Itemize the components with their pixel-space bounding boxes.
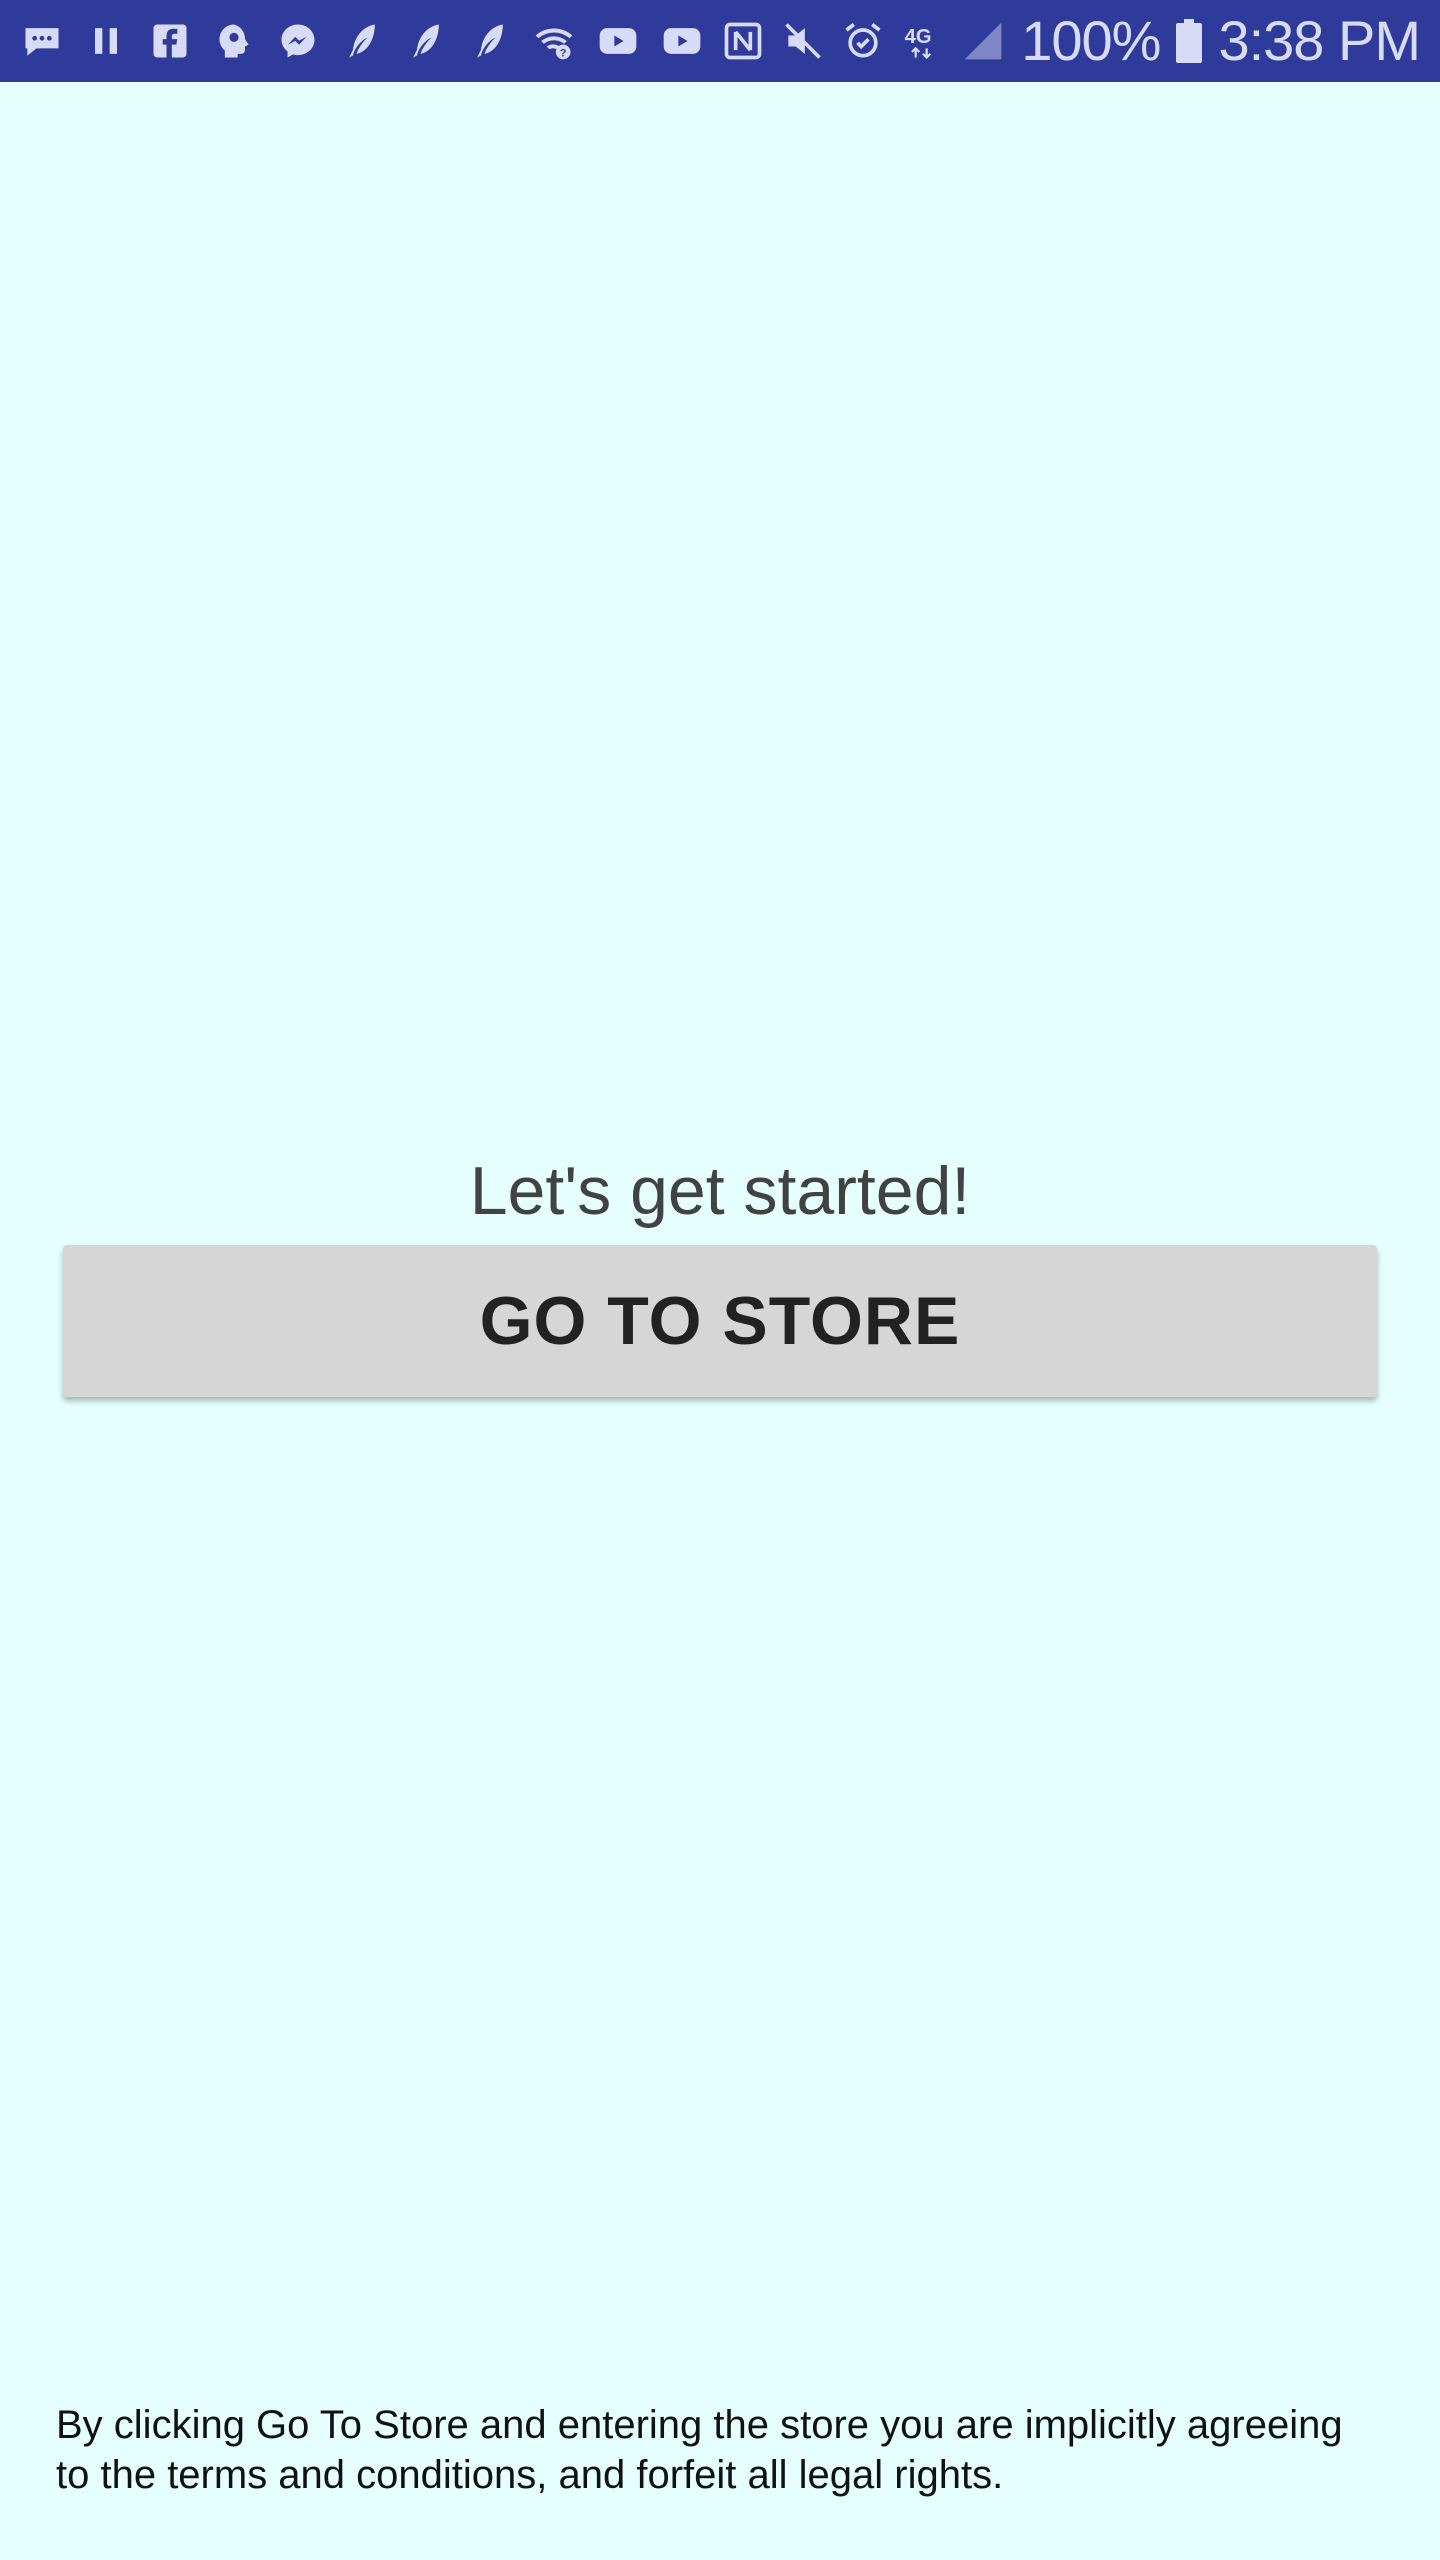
page-title: Let's get started! (469, 1153, 971, 1229)
clock: 3:38 PM (1218, 9, 1421, 72)
battery-percent: 100% (1021, 9, 1161, 72)
alarm-icon (841, 19, 885, 63)
status-bar: ? 4G 100% 3:38 PM (0, 0, 1440, 82)
messenger-icon (276, 19, 320, 63)
mind-icon (212, 19, 256, 63)
youtube-icon (596, 19, 640, 63)
go-to-store-button[interactable]: GO TO STORE (63, 1245, 1377, 1397)
lte-icon: 4G (901, 19, 945, 63)
chat-icon (20, 19, 64, 63)
feather-icon (468, 19, 512, 63)
nfc-icon (721, 19, 765, 63)
notification-icons: ? (20, 19, 704, 63)
svg-text:4G: 4G (905, 26, 932, 48)
terms-disclaimer: By clicking Go To Store and entering the… (56, 2403, 1343, 2497)
feather-icon (404, 19, 448, 63)
feather-icon (340, 19, 384, 63)
signal-icon (961, 19, 1005, 63)
wifi-question-icon: ? (532, 19, 576, 63)
youtube-icon (660, 19, 704, 63)
system-icons: 4G 100% 3:38 PM (721, 9, 1421, 72)
battery-icon (1176, 19, 1203, 63)
mute-icon (781, 19, 825, 63)
facebook-icon (148, 19, 192, 63)
svg-text:?: ? (560, 48, 567, 60)
pause-icon (84, 19, 128, 63)
